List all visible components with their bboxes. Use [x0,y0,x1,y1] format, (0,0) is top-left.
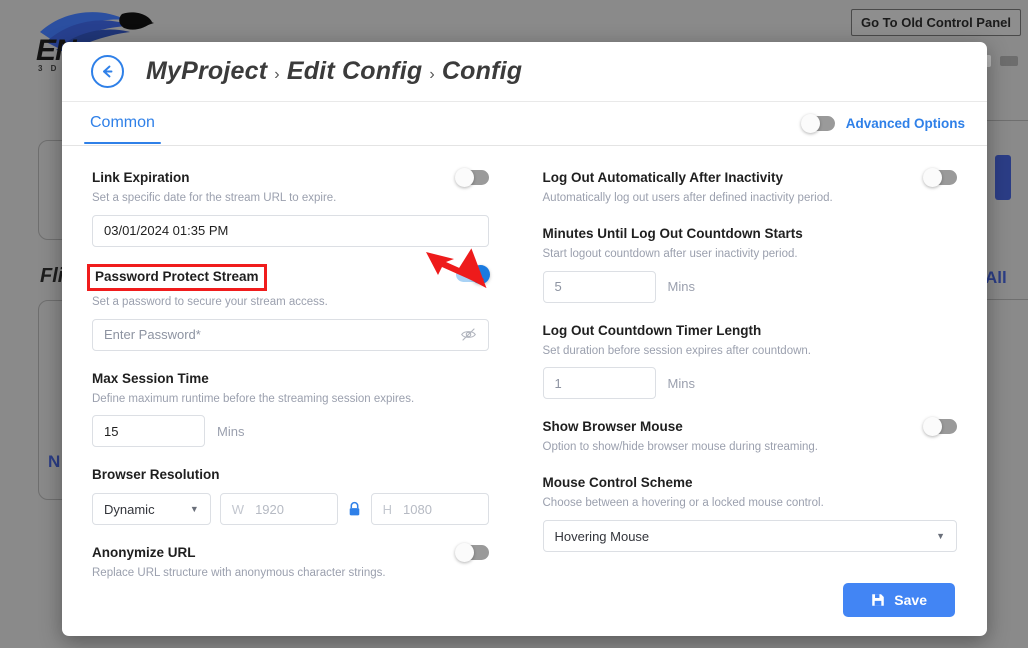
left-column: Link Expiration Set a specific date for … [92,170,525,622]
browser-mouse-desc: Option to show/hide browser mouse during… [543,440,819,455]
resolution-width-input[interactable]: W 1920 [220,493,338,525]
background-label-all: All [985,268,1007,288]
link-expiration-desc: Set a specific date for the stream URL t… [92,191,336,206]
countdown-length-unit: Mins [668,376,695,391]
breadcrumb-item-edit-config[interactable]: Edit Config [287,57,423,86]
modal-body: Link Expiration Set a specific date for … [62,146,987,622]
password-protect-toggle[interactable] [456,267,489,282]
link-expiration-toggle[interactable] [456,170,489,185]
toggle-knob [455,543,474,562]
background-accent-bar [995,155,1011,200]
field-countdown-start: Minutes Until Log Out Countdown Starts S… [543,226,958,303]
height-value: 1080 [403,502,432,517]
right-column: Log Out Automatically After Inactivity A… [525,170,958,622]
save-button[interactable]: Save [843,583,955,617]
field-mouse-control-scheme: Mouse Control Scheme Choose between a ho… [543,475,958,552]
height-label: H [383,502,392,517]
anonymize-url-title: Anonymize URL [92,545,386,562]
link-expiration-title: Link Expiration [92,170,336,187]
tab-common[interactable]: Common [84,104,161,143]
advanced-options-label: Advanced Options [846,116,965,131]
toggle-knob [801,114,820,133]
auto-logout-toggle[interactable] [924,170,957,185]
countdown-length-title: Log Out Countdown Timer Length [543,323,958,340]
floppy-save-icon [871,593,885,607]
password-protect-desc: Set a password to secure your stream acc… [92,295,328,310]
width-value: 1920 [255,502,284,517]
countdown-start-unit: Mins [668,279,695,294]
field-auto-logout: Log Out Automatically After Inactivity A… [543,170,958,206]
field-max-session-time: Max Session Time Define maximum runtime … [92,371,489,448]
mouse-scheme-desc: Choose between a hovering or a locked mo… [543,496,958,511]
app-header: EN 3 D Go To Old Control Panel [0,0,1028,40]
breadcrumb-separator: › [429,66,435,84]
max-session-input[interactable]: 15 [92,415,205,447]
field-countdown-length: Log Out Countdown Timer Length Set durat… [543,323,958,400]
countdown-start-desc: Start logout countdown after user inacti… [543,247,958,262]
config-modal: MyProject › Edit Config › Config Common … [62,42,987,636]
toggle-knob [923,417,942,436]
modal-footer: Save [62,564,987,636]
password-input[interactable]: Enter Password* [92,319,489,351]
field-link-expiration: Link Expiration Set a specific date for … [92,170,489,247]
field-show-browser-mouse: Show Browser Mouse Option to show/hide b… [543,419,958,455]
browser-resolution-title: Browser Resolution [92,467,489,484]
toggle-knob [923,168,942,187]
mouse-scheme-value: Hovering Mouse [555,529,650,544]
breadcrumb-item-config[interactable]: Config [442,57,522,86]
width-label: W [232,502,244,517]
countdown-start-title: Minutes Until Log Out Countdown Starts [543,226,958,243]
back-arrow-icon [99,63,116,80]
eye-off-icon[interactable] [460,326,477,343]
modal-header: MyProject › Edit Config › Config [62,42,987,102]
password-protect-title: Password Protect Stream [87,264,267,291]
mouse-scheme-title: Mouse Control Scheme [543,475,958,492]
field-browser-resolution: Browser Resolution Dynamic ▼ W 1920 [92,467,489,525]
toggle-knob [471,265,490,284]
link-expiration-date-input[interactable]: 03/01/2024 01:35 PM [92,215,489,247]
browser-mouse-title: Show Browser Mouse [543,419,819,436]
chevron-down-icon: ▼ [190,504,199,514]
mouse-scheme-select[interactable]: Hovering Mouse ▼ [543,520,958,552]
resolution-height-input[interactable]: H 1080 [371,493,489,525]
brand-subtext: 3 D [38,64,59,73]
back-button[interactable] [91,55,124,88]
field-password-protect: Password Protect Stream Set a password t… [92,267,489,351]
max-session-title: Max Session Time [92,371,489,388]
chevron-down-icon: ▼ [936,531,945,541]
lock-icon[interactable] [347,501,362,517]
auto-logout-title: Log Out Automatically After Inactivity [543,170,833,187]
go-to-old-control-panel-button[interactable]: Go To Old Control Panel [851,9,1021,36]
max-session-desc: Define maximum runtime before the stream… [92,392,489,407]
breadcrumb-item-project[interactable]: MyProject [146,57,267,86]
countdown-length-input[interactable]: 1 [543,367,656,399]
browser-resolution-mode-select[interactable]: Dynamic ▼ [92,493,211,525]
background-label-n: N [48,452,60,472]
auto-logout-desc: Automatically log out users after define… [543,191,833,206]
toggle-knob [455,168,474,187]
browser-resolution-mode-value: Dynamic [104,502,155,517]
advanced-options-group: Advanced Options [802,116,965,131]
background-chip [1000,56,1018,66]
breadcrumb-separator: › [274,66,280,84]
password-placeholder: Enter Password* [104,327,201,342]
countdown-start-input[interactable]: 5 [543,271,656,303]
save-label: Save [894,592,927,608]
anonymize-url-toggle[interactable] [456,545,489,560]
advanced-options-toggle[interactable] [802,116,835,131]
max-session-unit: Mins [217,424,244,439]
tab-bar: Common Advanced Options [62,102,987,146]
browser-mouse-toggle[interactable] [924,419,957,434]
countdown-length-desc: Set duration before session expires afte… [543,344,958,359]
breadcrumb: MyProject › Edit Config › Config [146,57,522,86]
